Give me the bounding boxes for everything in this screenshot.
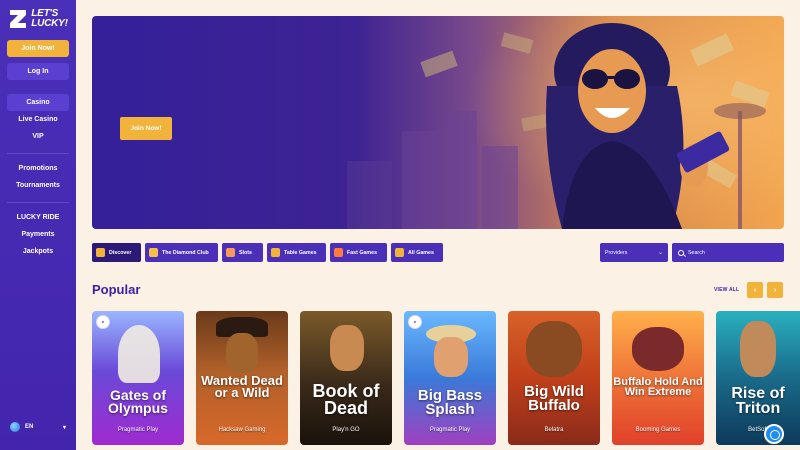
language-selector[interactable]: EN ▾ xyxy=(10,422,66,432)
chevron-left-icon: ‹ xyxy=(753,286,757,294)
game-art xyxy=(434,337,468,377)
filter-all-games[interactable]: All Games xyxy=(391,243,443,262)
filter-slots[interactable]: Slots xyxy=(222,243,263,262)
game-provider: Booming Games xyxy=(635,427,681,433)
sidebar-divider xyxy=(7,153,69,154)
game-title: Big Wild Buffalo xyxy=(524,383,584,414)
join-now-button[interactable]: Join Now! xyxy=(7,40,69,57)
view-all-link[interactable]: VIEW ALL xyxy=(714,287,739,293)
filter-label: Discover xyxy=(109,249,132,256)
live-chat-button[interactable] xyxy=(764,424,784,444)
game-card-gates-of-olympus[interactable]: ★ Gates of Olympus Pragmatic Play xyxy=(92,311,184,445)
game-title: Gates of Olympus xyxy=(108,387,168,416)
game-provider: Play'n GO xyxy=(332,427,360,433)
providers-dropdown[interactable]: Providers ⌄ xyxy=(600,243,668,262)
sidebar-item-jackpots[interactable]: Jackpots xyxy=(7,243,69,260)
chevron-down-icon: ⌄ xyxy=(657,250,663,256)
sidebar-item-casino[interactable]: Casino xyxy=(7,94,69,111)
sidebar-item-payments[interactable]: Payments xyxy=(7,226,69,243)
login-button[interactable]: Log In xyxy=(7,63,69,80)
game-provider: Hacksaw Gaming xyxy=(218,427,266,433)
game-art xyxy=(526,321,582,377)
section-title-popular: Popular xyxy=(92,282,141,297)
chevron-right-icon: › xyxy=(773,286,777,294)
diamond-icon xyxy=(149,248,158,257)
fast-games-icon xyxy=(334,248,343,257)
filter-label: Table Games xyxy=(284,249,317,256)
providers-label: Providers xyxy=(605,249,628,256)
sidebar-item-vip[interactable]: VIP xyxy=(7,128,69,145)
sidebar-item-lucky-ride[interactable]: LUCKY RIDE xyxy=(7,209,69,226)
game-provider: Pragmatic Play xyxy=(117,427,159,433)
game-art xyxy=(740,321,776,377)
game-title: Book of Dead xyxy=(312,381,380,418)
slots-icon xyxy=(226,248,235,257)
filter-label: The Diamond Club xyxy=(162,249,209,256)
game-card-wanted-dead-or-a-wild[interactable]: Wanted Dead or a Wild Hacksaw Gaming xyxy=(196,311,288,445)
game-provider: Pragmatic Play xyxy=(429,427,471,433)
game-card-big-bass-splash[interactable]: ★ Big Bass Splash Pragmatic Play xyxy=(404,311,496,445)
logo-line-2: LUCKY! xyxy=(31,18,68,29)
filter-table-games[interactable]: Table Games xyxy=(267,243,326,262)
game-art xyxy=(118,325,160,383)
game-title: Rise of Triton xyxy=(731,385,785,417)
all-games-icon xyxy=(395,248,404,257)
filter-diamond-club[interactable]: The Diamond Club xyxy=(145,243,218,262)
badge-icon: ★ xyxy=(96,315,110,329)
hero-join-now-button[interactable]: Join Now! xyxy=(120,117,172,140)
game-art xyxy=(632,327,684,371)
filter-label: Fast Games xyxy=(347,249,378,256)
carousel-prev-button[interactable]: ‹ xyxy=(747,282,763,298)
game-card-buffalo-hold-and-win-extreme[interactable]: Buffalo Hold And Win Extreme Booming Gam… xyxy=(612,311,704,445)
game-provider: Belatra xyxy=(544,427,564,433)
filter-label: All Games xyxy=(408,249,434,256)
sidebar-item-live-casino[interactable]: Live Casino xyxy=(7,111,69,128)
hero-banner[interactable]: Join Now! xyxy=(92,16,784,229)
chevron-down-icon: ▾ xyxy=(62,424,66,431)
game-title: Wanted Dead or a Wild xyxy=(201,373,283,400)
game-card-big-wild-buffalo[interactable]: Big Wild Buffalo Belatra xyxy=(508,311,600,445)
logo-icon xyxy=(8,8,28,30)
game-card-rise-of-triton[interactable]: Rise of Triton BetSoft xyxy=(716,311,800,445)
game-art xyxy=(226,333,258,373)
table-games-icon xyxy=(271,248,280,257)
hero-illustration xyxy=(347,23,770,229)
search-placeholder: Search xyxy=(688,249,705,256)
search-input[interactable]: Search xyxy=(672,243,784,262)
filter-label: Slots xyxy=(239,249,252,256)
game-title: Big Bass Splash xyxy=(417,387,483,418)
sidebar-divider xyxy=(7,202,69,203)
sidebar-group-promotions: Promotions Tournaments xyxy=(7,160,69,194)
game-card-book-of-dead[interactable]: Book of Dead Play'n GO xyxy=(300,311,392,445)
discover-icon xyxy=(96,248,105,257)
search-icon xyxy=(678,249,684,256)
globe-icon xyxy=(10,422,20,432)
sidebar: LET'S LUCKY! Join Now! Log In Casino Liv… xyxy=(0,0,76,450)
badge-icon: ★ xyxy=(408,315,422,329)
sidebar-group-casino: Casino Live Casino VIP xyxy=(7,94,69,145)
sidebar-item-tournaments[interactable]: Tournaments xyxy=(7,177,69,194)
game-art xyxy=(330,325,364,371)
game-title: Buffalo Hold And Win Extreme xyxy=(613,376,703,399)
brand-logo[interactable]: LET'S LUCKY! xyxy=(8,8,68,30)
game-provider: BetSoft xyxy=(748,427,768,433)
filter-fast-games[interactable]: Fast Games xyxy=(330,243,387,262)
filter-discover[interactable]: Discover xyxy=(92,243,141,262)
sidebar-group-extras: LUCKY RIDE Payments Jackpots xyxy=(7,209,69,260)
language-code: EN xyxy=(25,424,34,430)
carousel-next-button[interactable]: › xyxy=(767,282,783,298)
sidebar-item-promotions[interactable]: Promotions xyxy=(7,160,69,177)
